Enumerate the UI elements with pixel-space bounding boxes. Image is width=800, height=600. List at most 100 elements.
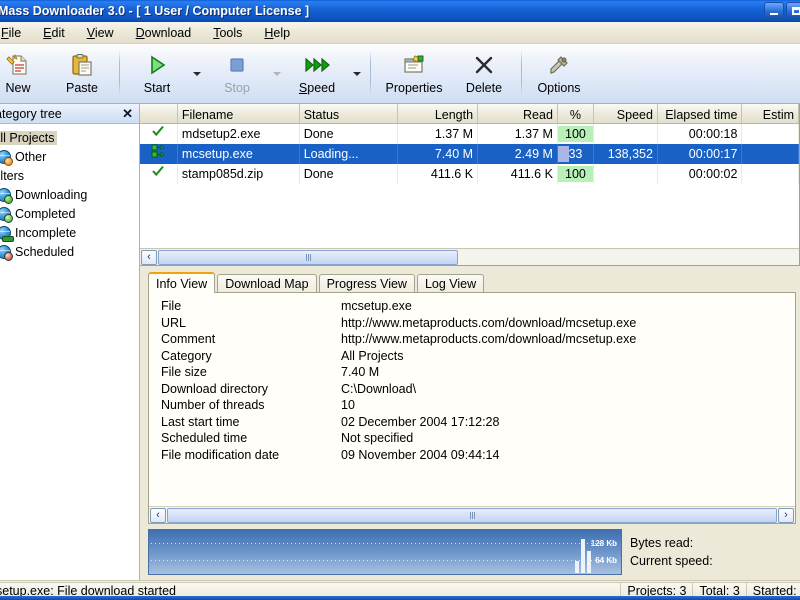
- table-row[interactable]: mdsetup2.exe Done 1.37 M 1.37 M 100 00:0…: [140, 124, 799, 144]
- cell-estimated-time: [742, 124, 799, 144]
- cell-percent: 100: [557, 164, 594, 184]
- hscroll-thumb[interactable]: [158, 249, 458, 265]
- toolbar-options-button[interactable]: Options: [527, 48, 591, 95]
- toolbar-delete-button[interactable]: Delete: [452, 48, 516, 95]
- column-header-percent[interactable]: %: [558, 104, 594, 123]
- maximize-button[interactable]: [786, 2, 800, 20]
- toolbar-properties-button[interactable]: Properties: [376, 48, 452, 95]
- info-row: Scheduled time Not specified: [161, 431, 795, 448]
- cell-filename: stamp085d.zip: [178, 164, 300, 184]
- info-row: Last start time 02 December 2004 17:12:28: [161, 415, 795, 432]
- toolbar-stop-button[interactable]: Stop: [205, 48, 269, 95]
- row-status-icon-cell: [140, 144, 178, 164]
- info-row: File mcsetup.exe: [161, 299, 795, 316]
- detail-tabs: Info View Download Map Progress View Log…: [148, 272, 796, 293]
- speed-stats: Bytes read: 1.7 Current speed: 153: [630, 536, 800, 568]
- menu-item-file[interactable]: File: [0, 24, 32, 42]
- tab-progress-view[interactable]: Progress View: [318, 274, 415, 293]
- sidebar-item-completed[interactable]: Completed: [0, 204, 139, 223]
- globe-clock-icon: [0, 244, 13, 261]
- info-label: Download directory: [161, 381, 268, 396]
- clipboard-paste-icon: [70, 52, 94, 78]
- toolbar-separator-1: [119, 50, 120, 96]
- cell-estimated-time: [742, 144, 799, 164]
- scroll-left-button[interactable]: ‹: [141, 249, 157, 265]
- column-header-estimated-time[interactable]: Estim: [742, 104, 800, 123]
- scroll-left-button[interactable]: ‹: [150, 507, 166, 523]
- toolbar-options-label: Options: [537, 81, 581, 95]
- sidebar-item-scheduled[interactable]: Scheduled: [0, 242, 139, 261]
- scroll-right-button[interactable]: ›: [778, 507, 794, 523]
- delete-x-icon: [472, 52, 496, 78]
- menu-item-edit[interactable]: Edit: [32, 24, 76, 42]
- speed-graph-bars: [575, 530, 591, 573]
- menu-item-help[interactable]: Help: [253, 24, 301, 42]
- download-list-hscrollbar[interactable]: ‹: [140, 248, 799, 265]
- menu-item-view[interactable]: View: [76, 24, 125, 42]
- toolbar-start-dropdown[interactable]: [189, 48, 205, 100]
- toolbar-paste-label: Paste: [66, 81, 98, 95]
- info-row: Download directory C:\Download\: [161, 382, 795, 399]
- minimize-button[interactable]: [764, 2, 784, 20]
- minimize-icon: [770, 13, 778, 15]
- sidebar-item-incomplete[interactable]: Incomplete: [0, 223, 139, 242]
- sidebar-item-label: Other: [15, 149, 47, 164]
- hscroll-track[interactable]: [158, 249, 799, 265]
- cell-percent-text: 33: [568, 147, 583, 161]
- hscroll-thumb[interactable]: [167, 507, 777, 523]
- tab-download-map[interactable]: Download Map: [217, 274, 317, 293]
- info-label: Comment: [161, 332, 216, 346]
- stop-square-icon: [225, 52, 249, 78]
- info-value: 7.40 M: [341, 365, 380, 379]
- toolbar-speed-label: Speed: [298, 81, 336, 95]
- column-header-icon[interactable]: [140, 104, 178, 123]
- column-header-read[interactable]: Read: [478, 104, 558, 123]
- toolbar-start-button[interactable]: Start: [125, 48, 189, 95]
- info-view-hscrollbar[interactable]: ‹ ›: [149, 506, 795, 523]
- close-icon[interactable]: ✕: [120, 106, 135, 122]
- sidebar-item-downloading[interactable]: Downloading: [0, 185, 139, 204]
- cell-read: 2.49 M: [478, 144, 558, 164]
- sidebar-item-label: Incomplete: [15, 225, 77, 240]
- toolbar-stop-dropdown[interactable]: [269, 48, 285, 100]
- cell-percent-text: 100: [565, 167, 586, 181]
- chevron-left-icon: ‹: [147, 251, 151, 263]
- info-value: Not specified: [341, 431, 414, 445]
- menu-item-tools[interactable]: Tools: [202, 24, 253, 42]
- tab-log-view[interactable]: Log View: [416, 274, 485, 293]
- cell-length: 1.37 M: [398, 124, 479, 144]
- stat-current-speed: Current speed: 153: [630, 554, 800, 568]
- cell-estimated-time: [742, 164, 799, 184]
- hscroll-track[interactable]: [167, 507, 777, 523]
- tab-info-view[interactable]: Info View: [148, 272, 216, 293]
- column-header-status[interactable]: Status: [300, 104, 399, 123]
- info-label: File: [161, 299, 182, 313]
- sidebar-item-all-projects[interactable]: All Projects: [0, 128, 139, 147]
- chevron-down-icon: [193, 72, 201, 76]
- stat-bytes-read: Bytes read: 1.7: [630, 536, 798, 550]
- application-window: Mass Downloader 3.0 - [ 1 User / Compute…: [0, 0, 800, 600]
- toolbar-speed-dropdown[interactable]: [349, 48, 365, 100]
- toolbar-new-button[interactable]: New: [0, 48, 50, 95]
- info-value: 02 December 2004 17:12:28: [341, 414, 500, 429]
- toolbar-speed-button[interactable]: Speed: [285, 48, 349, 95]
- info-view-pane: File mcsetup.exe URL http://www.metaproduc…: [148, 292, 796, 524]
- menu-view-accel: V: [86, 25, 95, 40]
- sidebar-item-other[interactable]: Other: [0, 147, 139, 166]
- table-row[interactable]: mcsetup.exe Loading... 7.40 M 2.49 M 33 …: [140, 144, 799, 164]
- title-bar: Mass Downloader 3.0 - [ 1 User / Compute…: [0, 0, 800, 22]
- column-header-speed[interactable]: Speed: [594, 104, 658, 123]
- stat-label: Bytes read:: [630, 536, 694, 550]
- menu-download-rest: ownload: [144, 25, 192, 40]
- menu-item-download[interactable]: Download: [125, 24, 203, 42]
- globe-orange-icon: [0, 149, 13, 166]
- cell-filename: mcsetup.exe: [178, 144, 300, 164]
- toolbar-start-label: Start: [143, 81, 171, 95]
- menu-tools-rest: ools: [219, 25, 243, 40]
- check-green-icon: [152, 125, 165, 137]
- toolbar-paste-button[interactable]: Paste: [50, 48, 114, 95]
- column-header-elapsed-time[interactable]: Elapsed time: [658, 104, 743, 123]
- table-row[interactable]: stamp085d.zip Done 411.6 K 411.6 K 100 0…: [140, 164, 799, 184]
- column-header-length[interactable]: Length: [398, 104, 479, 123]
- column-header-filename[interactable]: Filename: [178, 104, 300, 123]
